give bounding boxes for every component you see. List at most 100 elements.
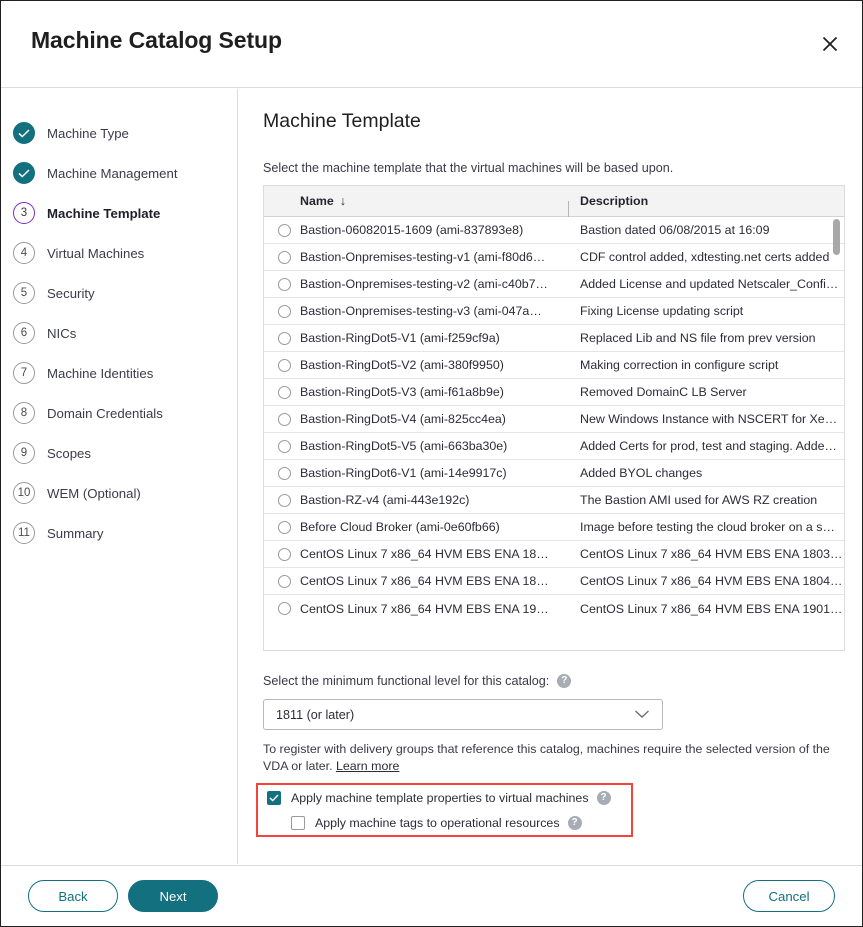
template-name-text: Bastion-RingDot6-V1 (ami-14e9917c) [300, 466, 507, 480]
next-button[interactable]: Next [128, 880, 218, 912]
sidebar-step-wem-optional[interactable]: 10 WEM (Optional) [1, 473, 237, 513]
table-cell-description: Added BYOL changes [580, 466, 703, 480]
table-row[interactable]: CentOS Linux 7 x86_64 HVM EBS ENA 19… Cen… [264, 595, 844, 622]
table-cell-name: Before Cloud Broker (ami-0e60fb66) [264, 520, 568, 534]
panel-title: Machine Template [263, 110, 421, 132]
sidebar-step-security[interactable]: 5 Security [1, 273, 237, 313]
template-name-text: CentOS Linux 7 x86_64 HVM EBS ENA 18… [300, 547, 549, 561]
radio-button-select-template[interactable] [278, 547, 291, 561]
sidebar-step-domain-credentials[interactable]: 8 Domain Credentials [1, 393, 237, 433]
column-separator [568, 201, 569, 217]
table-row[interactable]: Bastion-RingDot5-V1 (ami-f259cf9a) Replac… [264, 325, 844, 352]
table-row[interactable]: Bastion-06082015-1609 (ami-837893e8) Bast… [264, 217, 844, 244]
column-header-name[interactable]: Name ↓ [264, 194, 568, 208]
radio-button-select-template[interactable] [278, 574, 291, 588]
cancel-button[interactable]: Cancel [743, 880, 835, 912]
checkbox-apply-machine-tags[interactable] [291, 816, 305, 830]
sidebar-step-label: Machine Identities [47, 365, 154, 381]
table-cell-description: Fixing License updating script [580, 304, 744, 318]
sidebar-step-summary[interactable]: 11 Summary [1, 513, 237, 553]
functional-level-select[interactable]: 1811 (or later) [263, 699, 663, 730]
table-cell-name: Bastion-RingDot5-V4 (ami-825cc4ea) [264, 412, 568, 426]
sidebar-step-label: Machine Type [47, 125, 129, 141]
column-header-description[interactable]: Description [568, 194, 844, 217]
learn-more-link[interactable]: Learn more [336, 759, 399, 773]
radio-button-select-template[interactable] [278, 277, 291, 291]
radio-button-select-template[interactable] [278, 358, 291, 372]
template-name-text: CentOS Linux 7 x86_64 HVM EBS ENA 18… [300, 574, 549, 588]
template-name-text: Bastion-06082015-1609 (ami-837893e8) [300, 223, 524, 237]
table-scrollbar-thumb[interactable] [833, 219, 840, 255]
radio-button-select-template[interactable] [278, 304, 291, 318]
vda-registration-note: To register with delivery groups that re… [263, 741, 845, 775]
table-row[interactable]: Bastion-RingDot5-V4 (ami-825cc4ea) New Wi… [264, 406, 844, 433]
step-number-badge: 4 [13, 242, 35, 264]
highlighted-options-box: Apply machine template properties to vir… [256, 783, 633, 837]
table-cell-name: Bastion-RingDot5-V1 (ami-f259cf9a) [264, 331, 568, 345]
sidebar-step-machine-identities[interactable]: 7 Machine Identities [1, 353, 237, 393]
table-row[interactable]: Bastion-RZ-v4 (ami-443e192c) The Bastion … [264, 487, 844, 514]
option-row-apply-machine-tags[interactable]: Apply machine tags to operational resour… [291, 816, 582, 830]
column-header-name-label: Name [300, 194, 334, 208]
sidebar-step-label: Summary [47, 525, 104, 541]
step-number-badge: 7 [13, 362, 35, 384]
step-number-badge: 6 [13, 322, 35, 344]
page-title: Machine Catalog Setup [31, 27, 282, 53]
radio-button-select-template[interactable] [278, 385, 291, 399]
table-cell-description: Bastion dated 06/08/2015 at 16:09 [580, 223, 770, 237]
help-icon-apply-template-properties[interactable]: ? [596, 791, 611, 805]
table-cell-description: Removed DomainC LB Server [580, 385, 747, 399]
table-cell-description: CentOS Linux 7 x86_64 HVM EBS ENA 1901… [580, 601, 843, 616]
template-name-text: Bastion-Onpremises-testing-v2 (ami-c40b7… [300, 277, 548, 291]
sidebar-step-label: Virtual Machines [47, 245, 145, 261]
table-cell-description: Replaced Lib and NS file from prev versi… [580, 331, 816, 345]
sidebar-step-machine-template[interactable]: 3 Machine Template [1, 193, 237, 233]
help-icon-apply-machine-tags[interactable]: ? [567, 816, 582, 830]
sidebar-step-virtual-machines[interactable]: 4 Virtual Machines [1, 233, 237, 273]
table-row[interactable]: Bastion-Onpremises-testing-v3 (ami-047a…… [264, 298, 844, 325]
table-row[interactable]: CentOS Linux 7 x86_64 HVM EBS ENA 18… Cen… [264, 541, 844, 568]
sidebar-step-label: Machine Management [47, 165, 178, 181]
sidebar-step-nics[interactable]: 6 NICs [1, 313, 237, 353]
help-icon-functional-level[interactable]: ? [557, 674, 572, 688]
step-number-badge: 11 [13, 522, 35, 544]
radio-button-select-template[interactable] [278, 439, 291, 453]
radio-button-select-template[interactable] [278, 223, 291, 237]
table-scrollbar-track[interactable] [833, 217, 842, 650]
table-row[interactable]: CentOS Linux 7 x86_64 HVM EBS ENA 18… Cen… [264, 568, 844, 595]
main-panel: Machine Template Select the machine temp… [239, 89, 862, 864]
radio-button-select-template[interactable] [278, 250, 291, 264]
table-row[interactable]: Bastion-RingDot5-V2 (ami-380f9950) Making… [264, 352, 844, 379]
radio-button-select-template[interactable] [278, 412, 291, 426]
sidebar-step-label: Scopes [47, 445, 91, 461]
table-cell-name: CentOS Linux 7 x86_64 HVM EBS ENA 19… [264, 602, 568, 616]
radio-button-select-template[interactable] [278, 602, 291, 615]
close-icon[interactable] [815, 29, 845, 59]
radio-button-select-template[interactable] [278, 520, 291, 534]
sort-descending-icon[interactable]: ↓ [340, 194, 346, 208]
sidebar-step-machine-management[interactable]: Machine Management [1, 153, 237, 193]
functional-level-label: Select the minimum functional level for … [263, 674, 550, 688]
sidebar-step-label: Domain Credentials [47, 405, 163, 421]
step-number-badge: 3 [13, 202, 35, 224]
table-row[interactable]: Bastion-RingDot5-V5 (ami-663ba30e) Added … [264, 433, 844, 460]
table-row[interactable]: Bastion-RingDot6-V1 (ami-14e9917c) Added … [264, 460, 844, 487]
table-row[interactable]: Before Cloud Broker (ami-0e60fb66) Image … [264, 514, 844, 541]
table-cell-name: Bastion-RingDot5-V5 (ami-663ba30e) [264, 439, 568, 453]
sidebar-step-label: NICs [47, 325, 77, 341]
back-button[interactable]: Back [28, 880, 118, 912]
sidebar-step-scopes[interactable]: 9 Scopes [1, 433, 237, 473]
table-cell-name: Bastion-RZ-v4 (ami-443e192c) [264, 493, 568, 507]
radio-button-select-template[interactable] [278, 466, 291, 480]
radio-button-select-template[interactable] [278, 493, 291, 507]
table-row[interactable]: Bastion-Onpremises-testing-v2 (ami-c40b7… [264, 271, 844, 298]
checkmark-icon [269, 794, 279, 802]
chevron-down-icon[interactable] [634, 706, 650, 724]
table-row[interactable]: Bastion-Onpremises-testing-v1 (ami-f80d6… [264, 244, 844, 271]
panel-subtitle: Select the machine template that the vir… [263, 161, 674, 175]
option-row-apply-template-properties[interactable]: Apply machine template properties to vir… [267, 791, 611, 805]
checkbox-apply-template-properties[interactable] [267, 791, 281, 805]
radio-button-select-template[interactable] [278, 331, 291, 345]
sidebar-step-machine-type[interactable]: Machine Type [1, 113, 237, 153]
table-row[interactable]: Bastion-RingDot5-V3 (ami-f61a8b9e) Remove… [264, 379, 844, 406]
